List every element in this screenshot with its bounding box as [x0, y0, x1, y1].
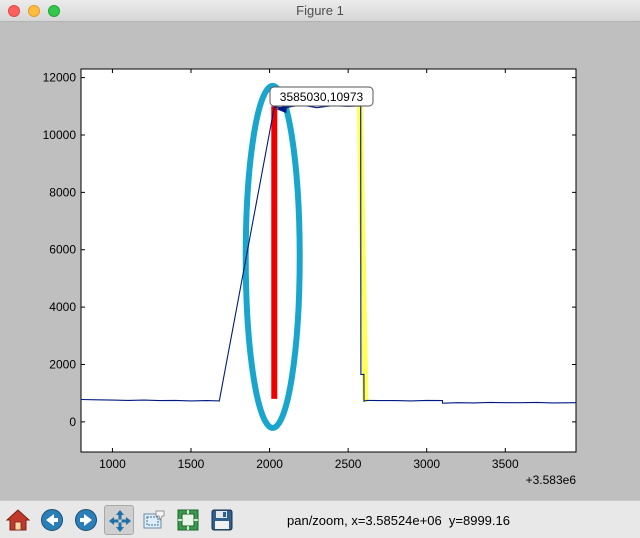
pan-move-icon — [109, 510, 131, 532]
y-tick-label: 12000 — [43, 71, 77, 85]
back-button[interactable] — [37, 505, 67, 535]
axes-background — [80, 68, 577, 453]
window-titlebar: Figure 1 — [0, 0, 640, 22]
zoom-rect-icon — [143, 510, 165, 529]
x-tick-label: 1000 — [99, 457, 126, 471]
y-tick-label: 8000 — [49, 185, 76, 199]
x-tick-label: 1500 — [178, 457, 205, 471]
x-tick-label: 3000 — [413, 457, 440, 471]
x-tick-label: 2000 — [256, 457, 283, 471]
forward-arrow-icon — [75, 509, 97, 531]
y-tick-label: 4000 — [49, 300, 76, 314]
home-icon — [6, 509, 30, 531]
y-tick-label: 6000 — [49, 243, 76, 257]
home-button[interactable] — [3, 505, 33, 535]
pan-button[interactable] — [104, 505, 134, 535]
y-tick-label: 2000 — [49, 357, 76, 371]
navigation-toolbar: pan/zoom, x=3.58524e+06 y=8999.16 — [0, 500, 640, 538]
x-tick-label: 3500 — [492, 457, 519, 471]
status-readout: pan/zoom, x=3.58524e+06 y=8999.16 — [287, 513, 510, 528]
x-offset-label: +3.583e6 — [526, 473, 577, 487]
configure-subplots-button[interactable] — [173, 505, 203, 535]
configure-subplots-icon — [177, 509, 199, 531]
zoom-button[interactable] — [139, 505, 169, 535]
figure-canvas[interactable]: 1000 1500 2000 2500 3000 3500 0 2000 4000 6000 800… — [0, 22, 640, 500]
back-arrow-icon — [41, 509, 63, 531]
window-title: Figure 1 — [296, 3, 344, 18]
annotation-label: 3585030,10973 — [280, 90, 364, 104]
y-tick-label: 10000 — [43, 128, 77, 142]
plot-svg[interactable]: 1000 1500 2000 2500 3000 3500 0 2000 4000 6000 800… — [0, 22, 640, 500]
x-tick-label: 2500 — [335, 457, 362, 471]
forward-button[interactable] — [71, 505, 101, 535]
save-floppy-icon — [211, 509, 233, 531]
y-tick-label: 0 — [69, 415, 76, 429]
save-button[interactable] — [207, 505, 237, 535]
